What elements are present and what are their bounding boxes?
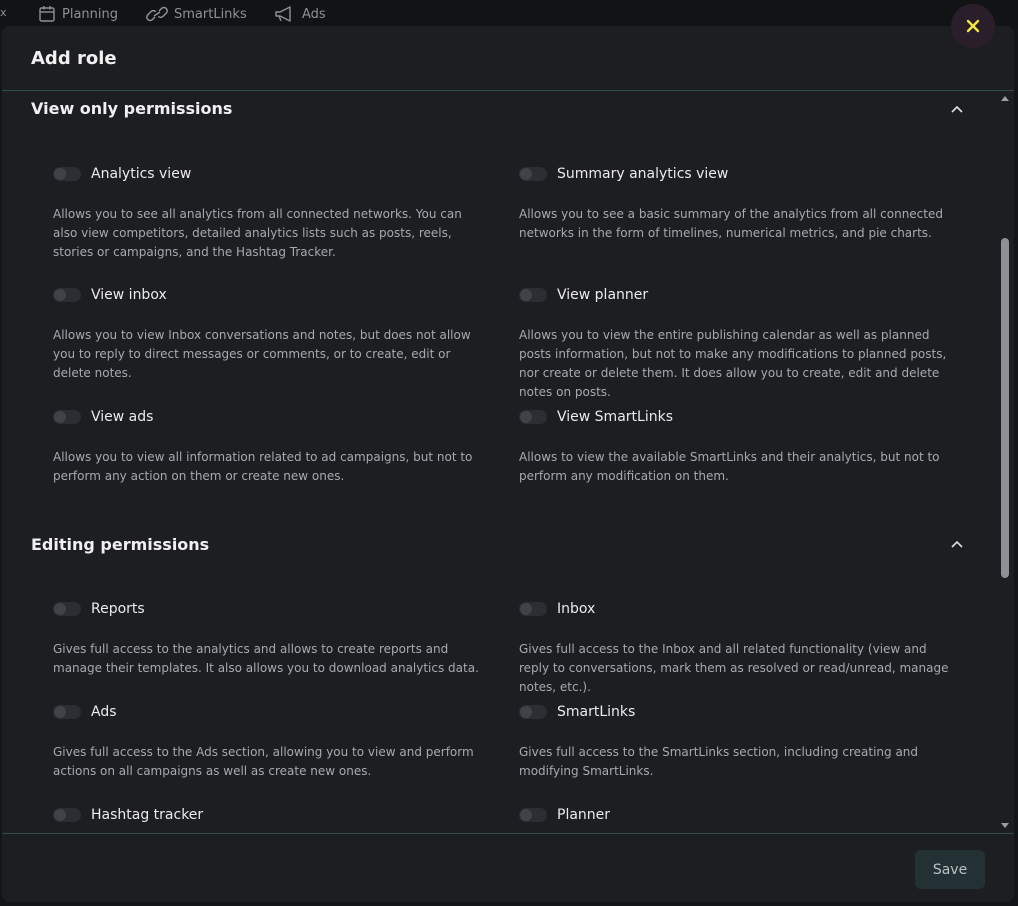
permission-summary-analytics-view: Summary analytics view Allows you to see…	[519, 164, 959, 243]
view-ads-toggle[interactable]	[53, 410, 81, 424]
permission-description: Allows to view the available SmartLinks …	[519, 450, 940, 483]
permission-label: View inbox	[91, 287, 167, 303]
permission-label: Inbox	[557, 601, 596, 617]
modal-title: Add role	[31, 48, 117, 69]
ads-toggle[interactable]	[53, 705, 81, 719]
summary-analytics-view-toggle[interactable]	[519, 167, 547, 181]
permission-label: Analytics view	[91, 166, 192, 182]
analytics-view-toggle[interactable]	[53, 167, 81, 181]
chevron-up-icon[interactable]	[950, 104, 964, 114]
permission-label: SmartLinks	[557, 704, 636, 720]
permission-label: Summary analytics view	[557, 166, 729, 182]
scroll-up-arrow-icon[interactable]	[1001, 96, 1009, 101]
nav-item-ads[interactable]: Ads	[274, 4, 326, 24]
section-title-view-only[interactable]: View only permissions	[31, 99, 232, 118]
scrollbar-thumb[interactable]	[1001, 238, 1009, 578]
megaphone-icon	[275, 6, 291, 22]
planner-toggle[interactable]	[519, 808, 547, 822]
permission-label: View planner	[557, 287, 649, 303]
modal-header: Add role	[2, 26, 1014, 91]
nav-item-planning[interactable]: Planning	[38, 4, 118, 24]
nav-item-label: Ads	[302, 6, 326, 22]
permission-label: Ads	[91, 704, 117, 720]
permission-view-ads: View ads Allows you to view all informat…	[53, 407, 493, 486]
modal-footer: Save	[2, 833, 1014, 902]
nav-truncated-text: x	[0, 6, 7, 19]
link-icon	[146, 6, 168, 22]
permission-description: Allows you to view all information relat…	[53, 450, 473, 483]
permission-label: View ads	[91, 409, 154, 425]
permission-description: Allows you to see all analytics from all…	[53, 207, 462, 259]
reports-toggle[interactable]	[53, 602, 81, 616]
permission-description: Allows you to see a basic summary of the…	[519, 207, 943, 240]
chevron-up-icon[interactable]	[950, 539, 964, 549]
view-planner-toggle[interactable]	[519, 288, 547, 302]
permission-planner: Planner	[519, 805, 959, 825]
nav-item-label: Planning	[62, 6, 118, 22]
close-button[interactable]	[951, 4, 995, 48]
nav-item-label: SmartLinks	[174, 6, 247, 22]
permission-view-smartlinks: View SmartLinks Allows to view the avail…	[519, 407, 959, 486]
permission-description: Allows you to view Inbox conversations a…	[53, 328, 471, 380]
permission-description: Gives full access to the analytics and a…	[53, 642, 479, 675]
permissions-scroll-area[interactable]: View only permissions Analytics view All…	[2, 91, 1014, 833]
view-smartlinks-toggle[interactable]	[519, 410, 547, 424]
permission-smartlinks: SmartLinks Gives full access to the Smar…	[519, 702, 959, 781]
inbox-toggle[interactable]	[519, 602, 547, 616]
nav-item-smartlinks[interactable]: SmartLinks	[146, 4, 247, 24]
add-role-modal: Add role View only permissions Analytics…	[2, 26, 1014, 902]
permission-view-inbox: View inbox Allows you to view Inbox conv…	[53, 285, 493, 383]
permission-hashtag-tracker: Hashtag tracker	[53, 805, 493, 825]
permission-inbox: Inbox Gives full access to the Inbox and…	[519, 599, 959, 697]
scrollbar[interactable]	[1000, 92, 1012, 832]
save-button[interactable]: Save	[915, 850, 985, 889]
scroll-down-arrow-icon[interactable]	[1001, 823, 1009, 828]
hashtag-tracker-toggle[interactable]	[53, 808, 81, 822]
permission-description: Gives full access to the Inbox and all r…	[519, 642, 949, 694]
view-inbox-toggle[interactable]	[53, 288, 81, 302]
close-icon	[966, 19, 980, 33]
permission-label: View SmartLinks	[557, 409, 673, 425]
permission-view-planner: View planner Allows you to view the enti…	[519, 285, 959, 402]
permission-label: Hashtag tracker	[91, 807, 204, 823]
permission-reports: Reports Gives full access to the analyti…	[53, 599, 493, 678]
smartlinks-toggle[interactable]	[519, 705, 547, 719]
permission-label: Planner	[557, 807, 611, 823]
permission-description: Gives full access to the Ads section, al…	[53, 745, 474, 778]
permission-ads: Ads Gives full access to the Ads section…	[53, 702, 493, 781]
calendar-icon	[39, 6, 55, 22]
section-title-editing[interactable]: Editing permissions	[31, 535, 209, 554]
permission-description: Allows you to view the entire publishing…	[519, 328, 947, 399]
permission-analytics-view: Analytics view Allows you to see all ana…	[53, 164, 493, 262]
top-nav: x Planning SmartLinks Ads	[0, 0, 1018, 28]
permission-label: Reports	[91, 601, 145, 617]
permission-description: Gives full access to the SmartLinks sect…	[519, 745, 919, 778]
